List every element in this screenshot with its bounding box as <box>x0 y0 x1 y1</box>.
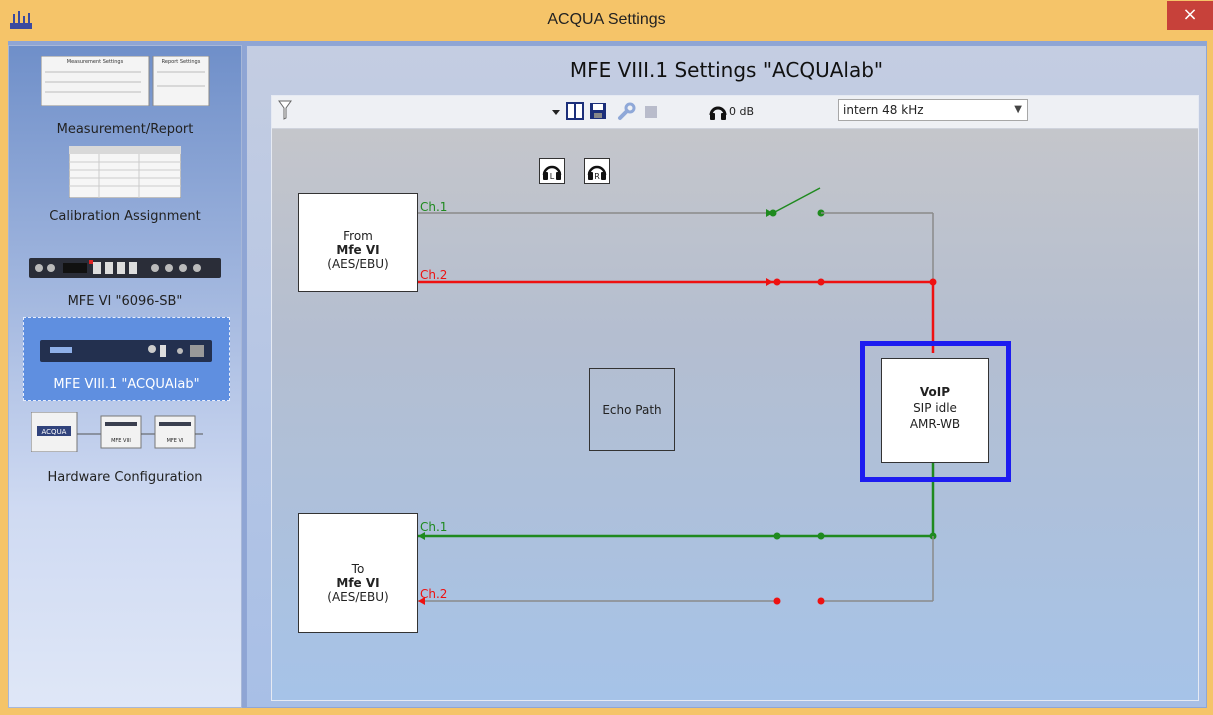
main-area: MFE VIII.1 Settings "ACQUAlab" 0 dB inte… <box>246 45 1207 708</box>
sidebar-item-label: Measurement/Report <box>56 122 194 137</box>
headphones-left-icon: L <box>542 165 562 181</box>
to-ch2-label: Ch.2 <box>420 587 448 601</box>
measurement-report-thumbnail: Measurement Settings Report Settings <box>41 56 210 106</box>
thumb-mfe-1: MFE VIII <box>111 438 131 444</box>
mfe-viii-device-thumbnail <box>40 340 212 362</box>
page-title: MFE VIII.1 Settings "ACQUAlab" <box>569 58 884 82</box>
sidebar-item-label: MFE VIII.1 "ACQUAlab" <box>53 377 200 392</box>
to-box-line3: (AES/EBU) <box>327 590 389 604</box>
thumb-measurement-settings: Measurement Settings <box>67 59 124 65</box>
sidebar: Measurement Settings Report Settings Mea… <box>8 45 242 708</box>
switch-lever <box>772 187 821 214</box>
to-mfe-vi-box[interactable]: To Mfe VI (AES/EBU) <box>298 513 418 633</box>
mfe-vi-device-thumbnail <box>29 258 221 278</box>
echo-path-label: Echo Path <box>602 403 662 417</box>
to-box-line2: Mfe VI <box>336 576 380 590</box>
window-title: ACQUA Settings <box>547 11 666 28</box>
from-box-line1: From <box>343 229 373 243</box>
from-box-line3: (AES/EBU) <box>327 257 389 271</box>
client-area: Measurement Settings Report Settings Mea… <box>8 41 1207 708</box>
from-ch2-label: Ch.2 <box>420 268 448 282</box>
headphone-right-button[interactable]: R <box>584 158 610 184</box>
hardware-configuration-thumbnail: ACQUA MFE VIII MFE VI <box>31 412 203 452</box>
sidebar-item-calibration-assignment[interactable]: Calibration Assignment <box>9 146 241 226</box>
voip-box-line1: VoIP <box>919 385 951 399</box>
sidebar-item-label: Calibration Assignment <box>49 209 201 224</box>
voip-box-line2: SIP idle <box>913 401 957 415</box>
sidebar-item-mfe-vi[interactable]: MFE VI "6096-SB" <box>9 246 241 312</box>
thumb-mfe-2: MFE VI <box>167 438 184 444</box>
title-bar: ACQUA Settings × <box>0 0 1213 41</box>
echo-path-box[interactable]: Echo Path <box>589 368 675 451</box>
sidebar-item-label: Hardware Configuration <box>47 470 203 485</box>
sidebar-item-measurement-report[interactable]: Measurement Settings Report Settings Mea… <box>9 54 241 137</box>
headphone-left-label: L <box>550 172 555 181</box>
to-ch1-label: Ch.1 <box>420 520 448 534</box>
close-button[interactable]: × <box>1167 1 1213 30</box>
thumb-report-settings: Report Settings <box>162 59 201 65</box>
calibration-table-thumbnail <box>69 146 181 198</box>
headphone-right-label: R <box>594 172 600 181</box>
diagram-panel: 0 dB intern 48 kHz ▼ L R From Mfe VI (AE… <box>271 95 1199 701</box>
voip-box[interactable]: VoIP SIP idle AMR-WB <box>881 358 989 463</box>
to-box-line1: To <box>351 562 365 576</box>
voip-box-line3: AMR-WB <box>909 417 961 431</box>
headphone-left-button[interactable]: L <box>539 158 565 184</box>
sidebar-item-hardware-configuration[interactable]: ACQUA MFE VIII MFE VI Hardware Configura… <box>9 408 241 488</box>
from-ch2-arrow <box>766 278 773 286</box>
from-ch1-label: Ch.1 <box>420 200 448 214</box>
from-box-line2: Mfe VI <box>336 243 380 257</box>
from-mfe-vi-box[interactable]: From Mfe VI (AES/EBU) <box>298 193 418 292</box>
thumb-acqua-logo: ACQUA <box>42 428 67 436</box>
headphones-right-icon: R <box>587 165 607 181</box>
sidebar-item-label: MFE VI "6096-SB" <box>67 294 183 309</box>
sidebar-item-mfe-viii[interactable]: MFE VIII.1 "ACQUAlab" <box>23 317 230 401</box>
